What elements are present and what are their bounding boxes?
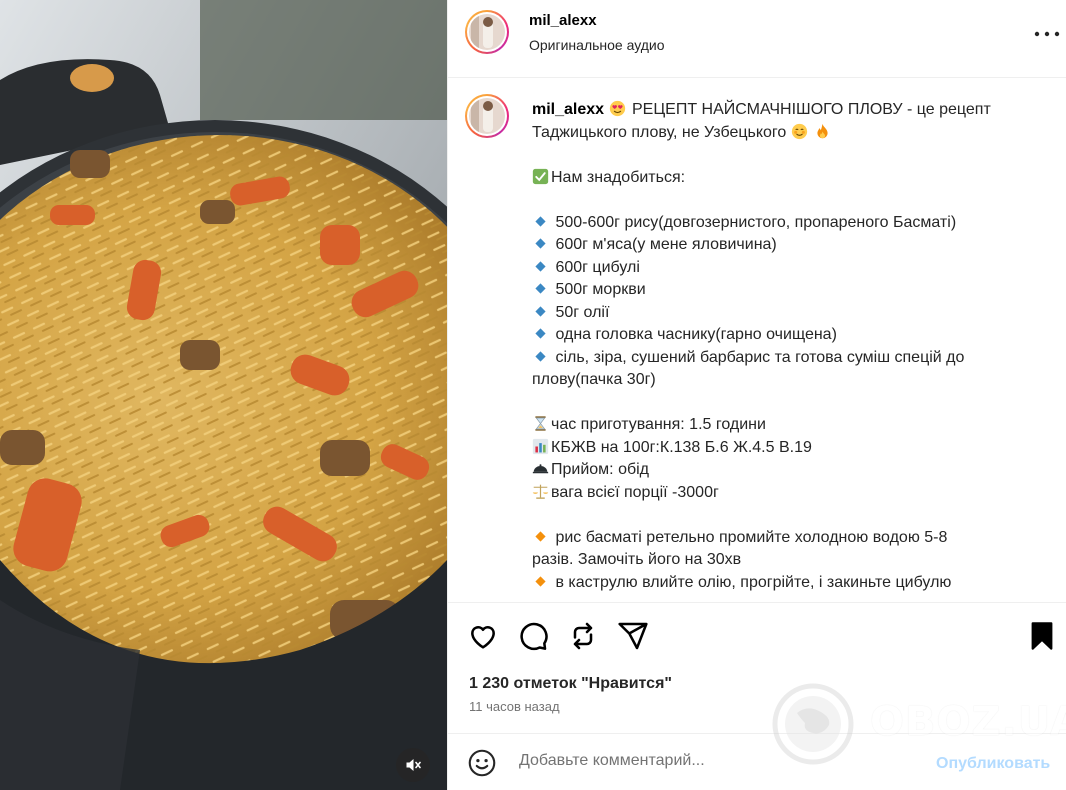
caption-author-avatar[interactable] — [465, 94, 509, 138]
speaker-muted-icon — [406, 759, 421, 771]
blue-diamond-icon — [535, 283, 546, 294]
likes-count[interactable]: 1 230 отметок "Нравится" — [469, 675, 672, 693]
step-1a: рис басматі ретельно промийте холодною в… — [555, 528, 948, 546]
ingredient-6: одна головка часнику(гарно очищена) — [555, 326, 837, 343]
author-username[interactable]: mil_alexx — [529, 12, 597, 29]
check-mark-emoji-icon — [532, 168, 549, 184]
heart-eyes-emoji-icon — [609, 100, 625, 117]
info-meal: Прийом: обід — [551, 461, 650, 478]
post-side-panel: mil_alexx Оригинальное аудио mil_alexx Р… — [447, 0, 1066, 790]
ingredient-5: 50г олії — [555, 303, 610, 321]
orange-diamond-icon — [535, 530, 546, 542]
comment-input[interactable] — [519, 752, 919, 770]
comment-form: Опубликовать — [448, 733, 1066, 790]
blue-diamond-icon — [535, 215, 546, 227]
scales-icon — [532, 484, 549, 499]
author-avatar[interactable] — [465, 10, 509, 54]
share-icon[interactable] — [617, 620, 649, 652]
caption-text: mil_alexx РЕЦЕПТ НАЙСМАЧНІШОГО ПЛОВУ - ц… — [532, 99, 1032, 594]
instagram-post-view: mil_alexx Оригинальное аудио mil_alexx Р… — [0, 0, 1066, 790]
info-weight: вага всієї порції -3000г — [551, 483, 719, 501]
caption-line1: РЕЦЕПТ НАЙСМАЧНІШОГО ПЛОВУ - це рецепт — [631, 101, 991, 118]
orange-diamond-icon — [535, 575, 546, 587]
post-media[interactable] — [0, 0, 447, 790]
ingredient-7: сіль, зіра, сушений барбарис та готова с… — [555, 348, 965, 366]
plov-video-frame — [0, 0, 447, 790]
heart-icon[interactable] — [467, 620, 499, 652]
ingredient-1: 500-600г рису(довгозернистого, пропарено… — [555, 213, 957, 231]
step-2: в каструлю влийте олію, прогрійте, і зак… — [555, 573, 952, 591]
blue-diamond-icon — [535, 238, 546, 249]
need-title: Нам знадобиться: — [551, 168, 686, 186]
step-1b: разів. Замочіть його на 30хв — [532, 551, 742, 568]
smiling-face-emoji-icon — [791, 123, 807, 139]
blue-diamond-icon — [535, 350, 546, 362]
post-actions: 1 230 отметок "Нравится" 11 часов назад — [448, 602, 1066, 733]
post-timestamp[interactable]: 11 часов назад — [469, 699, 560, 714]
info-time: час приготування: 1.5 години — [551, 416, 766, 433]
mute-button[interactable] — [396, 748, 430, 782]
cloche-icon — [532, 464, 549, 474]
ingredient-4: 500г моркви — [555, 281, 646, 298]
publish-button[interactable]: Опубликовать — [936, 755, 1050, 773]
smiley-icon[interactable] — [468, 749, 496, 777]
audio-label[interactable]: Оригинальное аудио — [529, 37, 665, 53]
blue-diamond-icon — [535, 328, 546, 339]
bar-chart-icon — [532, 438, 549, 454]
info-kbju: КБЖВ на 100г:К.138 Б.6 Ж.4.5 В.19 — [551, 438, 812, 456]
ingredient-2: 600г м'яса(у мене яловичина) — [555, 236, 777, 253]
bookmark-icon[interactable] — [1026, 620, 1058, 652]
caption-line2: Таджицького плову, не Узбецького — [532, 123, 787, 141]
caption-username[interactable]: mil_alexx — [532, 101, 604, 118]
hourglass-icon — [535, 416, 546, 431]
comment-icon[interactable] — [517, 620, 549, 652]
blue-diamond-icon — [535, 260, 546, 272]
ingredient-3: 600г цибулі — [555, 258, 640, 276]
ingredient-7-cont: плову(пачка 30г) — [532, 371, 656, 388]
more-horizontal-icon[interactable] — [1032, 22, 1062, 46]
caption-scroll-area[interactable]: mil_alexx РЕЦЕПТ НАЙСМАЧНІШОГО ПЛОВУ - ц… — [448, 78, 1066, 602]
fire-emoji-icon — [817, 123, 828, 138]
blue-diamond-icon — [535, 305, 546, 317]
post-header: mil_alexx Оригинальное аудио — [448, 0, 1066, 78]
repost-icon[interactable] — [567, 620, 599, 652]
